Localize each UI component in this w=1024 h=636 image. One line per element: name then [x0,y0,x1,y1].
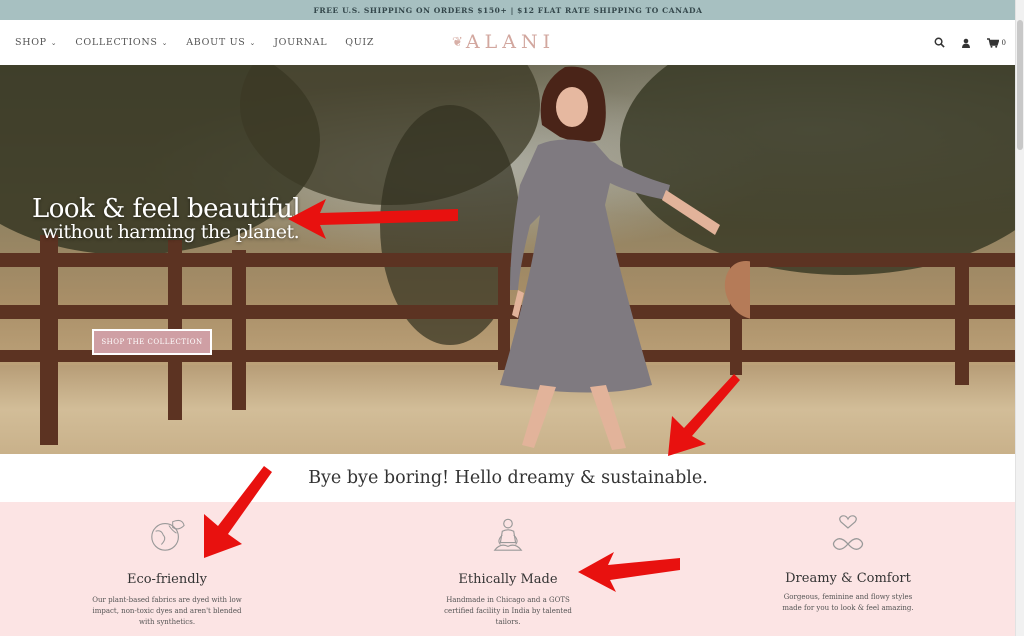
nav-quiz-label: QUIZ [345,37,375,48]
cart-button[interactable]: 0 [986,37,1006,48]
scrollbar-thumb[interactable] [1017,20,1023,150]
nav-about-label: ABOUT US [186,37,246,48]
search-button[interactable] [934,37,945,48]
chevron-down-icon: ⌄ [249,38,257,47]
nav-journal[interactable]: JOURNAL [274,37,327,48]
header-nav: SHOP ⌄ COLLECTIONS ⌄ ABOUT US ⌄ JOURNAL QUI… [0,20,1016,66]
site-logo[interactable]: ❦ ALANI [452,28,555,56]
feature-title: Ethically Made [458,572,558,587]
account-icon [961,38,970,48]
globe-leaf-icon [151,519,185,551]
hero-banner: Look & feel beautiful without harming th… [0,65,1016,454]
chevron-down-icon: ⌄ [50,38,58,47]
nav-collections[interactable]: COLLECTIONS ⌄ [75,37,168,48]
cart-count: 0 [1001,38,1006,47]
hero-subtitle: without harming the planet. [42,221,300,243]
logo-text: ALANI [465,31,556,53]
feature-description: Our plant-based fabrics are dyed with lo… [92,596,242,626]
cart-icon [986,37,999,48]
main-menu: SHOP ⌄ COLLECTIONS ⌄ ABOUT US ⌄ JOURNAL QUI… [15,20,374,65]
fence-post [40,235,58,445]
account-button[interactable] [961,38,971,48]
fence-post [955,255,969,385]
nav-quiz[interactable]: QUIZ [345,37,374,48]
feature-title: Dreamy & Comfort [785,571,911,586]
model-figure [500,66,750,450]
nav-shop[interactable]: SHOP ⌄ [15,37,57,48]
features-section: Eco-friendly Our plant-based fabrics are… [0,502,1016,636]
fence-post [232,250,246,410]
feature-description: Handmade in Chicago and a GOTS certified… [444,596,572,626]
feature-title: Eco-friendly [126,572,208,587]
feature-description: Gorgeous, feminine and flowy styles made… [782,593,914,612]
meditation-icon [493,518,523,551]
nav-journal-label: JOURNAL [274,37,328,48]
chevron-down-icon: ⌄ [161,38,169,47]
page-scrollbar[interactable] [1015,0,1024,636]
nav-collections-label: COLLECTIONS [75,37,158,48]
nav-about-us[interactable]: ABOUT US ⌄ [186,37,256,48]
hero-title: Look & feel beautiful [32,194,301,224]
search-icon [934,37,945,48]
tagline: Bye bye boring! Hello dreamy & sustainab… [0,454,1016,502]
nav-shop-label: SHOP [15,37,47,48]
shop-collection-button[interactable]: SHOP THE COLLECTION [92,329,212,355]
heart-infinity-icon [832,515,864,550]
announcement-bar: FREE U.S. SHIPPING ON ORDERS $150+ | $12… [0,0,1016,20]
header-actions: 0 [934,20,1006,65]
